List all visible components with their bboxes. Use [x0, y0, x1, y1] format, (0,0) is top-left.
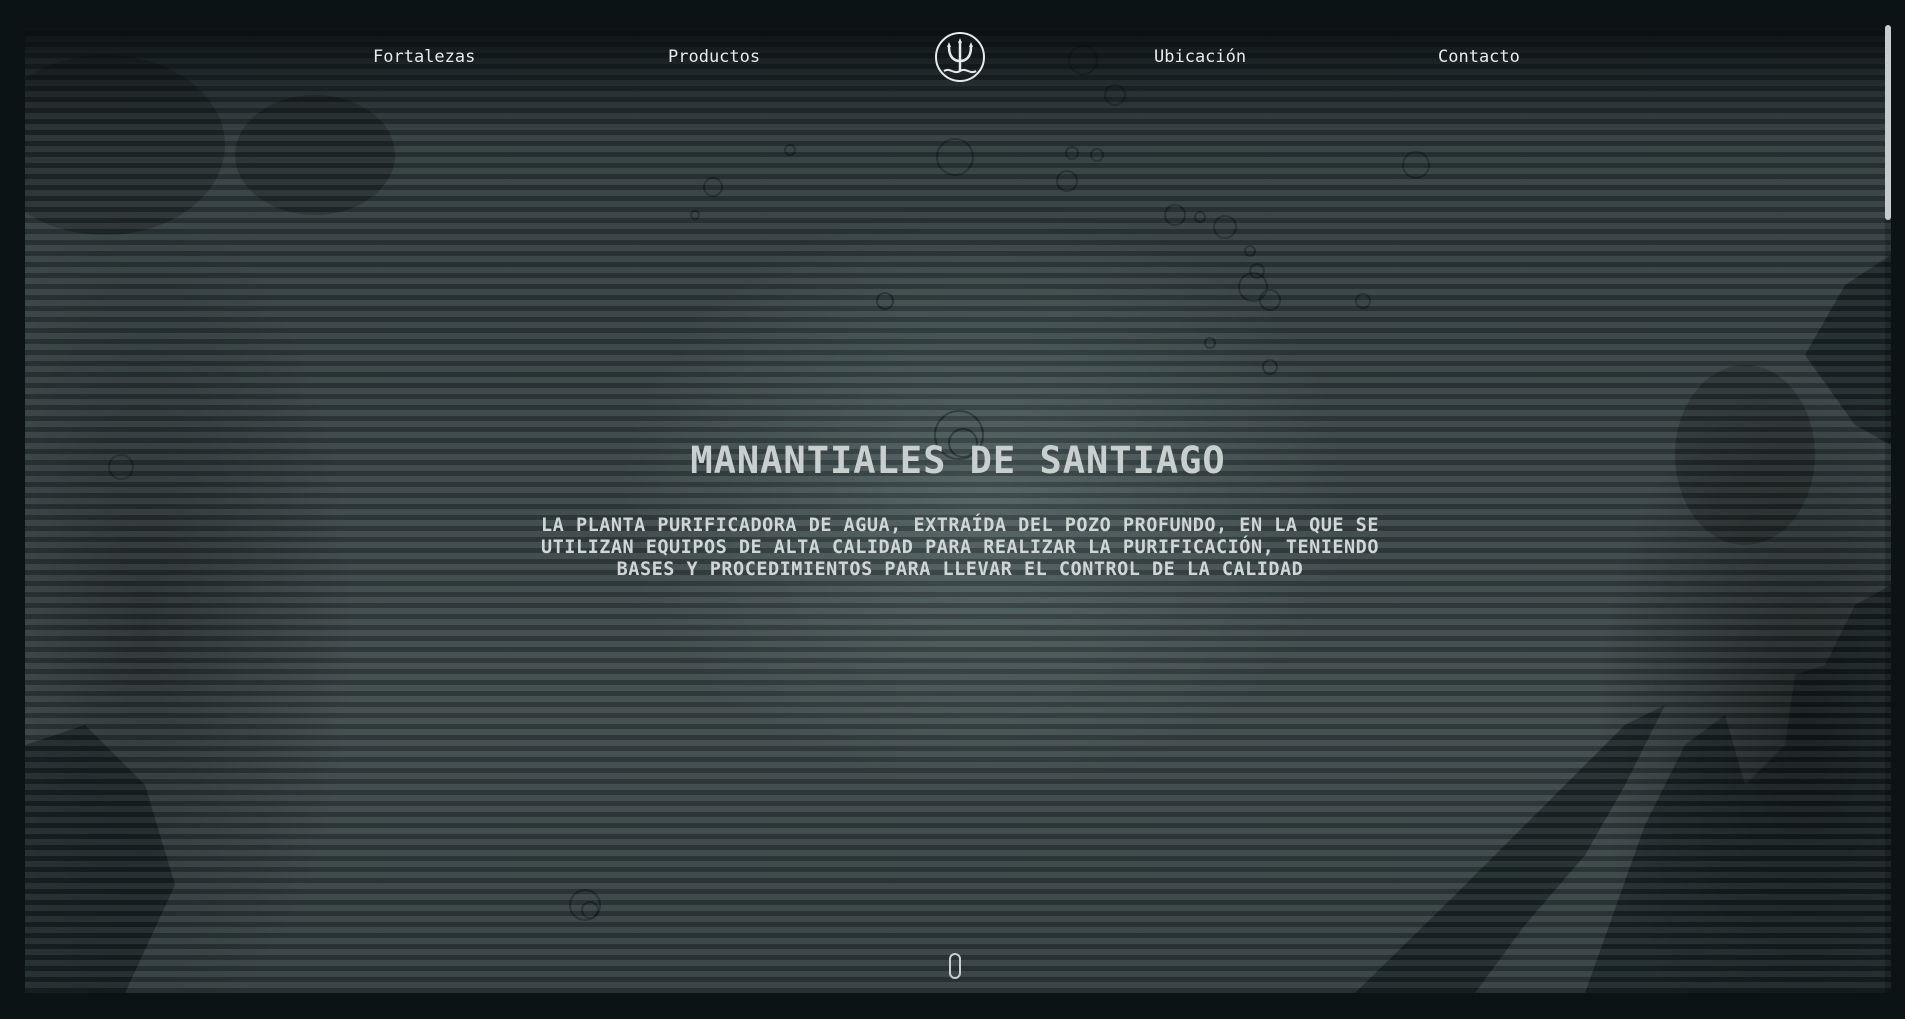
nav-link-contacto[interactable]: Contacto — [1438, 47, 1520, 67]
trident-icon[interactable] — [934, 31, 986, 83]
water-bubbles-background — [25, 45, 1891, 993]
nav-link-ubicacion[interactable]: Ubicación — [1154, 47, 1246, 67]
hero-subtitle: LA PLANTA PURIFICADORA DE AGUA, EXTRAÍDA… — [541, 515, 1379, 580]
scrollbar-thumb[interactable] — [1885, 25, 1891, 220]
nav-link-productos[interactable]: Productos — [668, 47, 760, 67]
nav-link-fortalezas[interactable]: Fortalezas — [373, 47, 475, 67]
mouse-scroll-icon[interactable] — [949, 953, 961, 979]
hero-title: MANANTIALES DE SANTIAGO — [690, 439, 1226, 482]
page-frame: Fortalezas Productos Ubicación Contacto … — [0, 0, 1905, 1019]
hero-section: Fortalezas Productos Ubicación Contacto … — [25, 25, 1891, 993]
top-navigation: Fortalezas Productos Ubicación Contacto — [25, 25, 1891, 115]
